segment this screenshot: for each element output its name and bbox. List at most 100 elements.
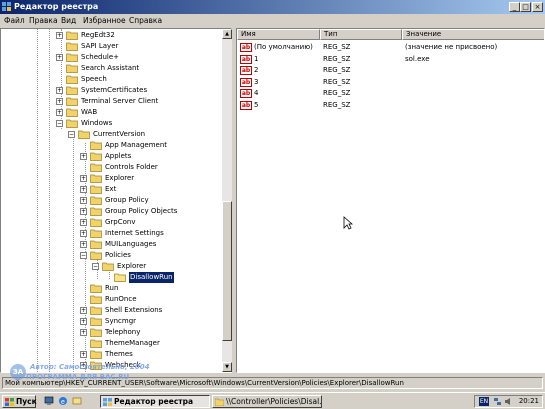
tree-node[interactable]: + Telephony bbox=[1, 327, 223, 338]
scroll-down-button[interactable]: ▼ bbox=[222, 362, 232, 372]
internet-explorer-icon[interactable]: e bbox=[58, 396, 68, 406]
tree-node[interactable]: DisallowRun bbox=[1, 272, 223, 283]
collapse-icon[interactable]: − bbox=[56, 120, 63, 127]
tree-node[interactable]: ThemeManager bbox=[1, 338, 223, 349]
expand-icon[interactable]: + bbox=[80, 318, 87, 325]
tree-node[interactable]: + Terminal Server Client bbox=[1, 96, 223, 107]
registry-tree[interactable]: + RegEdt32 SAPI Layer + Schedule+ Search Assi… bbox=[0, 28, 232, 373]
value-row[interactable]: ab (По умолчанию) REG_SZ (значение не присв… bbox=[237, 42, 544, 53]
minimize-button[interactable]: _ bbox=[509, 2, 520, 12]
language-indicator[interactable]: EN bbox=[479, 397, 489, 406]
title-bar[interactable]: Редактор реестра _ □ × bbox=[0, 0, 545, 14]
expand-icon[interactable]: + bbox=[56, 32, 63, 39]
menu-edit[interactable]: Правка bbox=[29, 15, 58, 26]
expand-icon[interactable]: + bbox=[56, 54, 63, 61]
menu-help[interactable]: Справка bbox=[129, 15, 162, 26]
maximize-button[interactable]: □ bbox=[520, 2, 531, 12]
tree-node[interactable]: SAPI Layer bbox=[1, 41, 223, 52]
volume-icon[interactable] bbox=[504, 397, 513, 406]
tree-node[interactable]: + RegEdt32 bbox=[1, 30, 223, 41]
folder-icon bbox=[66, 64, 78, 73]
tree-node[interactable]: + MUILanguages bbox=[1, 239, 223, 250]
scroll-thumb[interactable] bbox=[222, 201, 232, 341]
expand-icon[interactable]: + bbox=[80, 307, 87, 314]
tree-node[interactable]: + Applets bbox=[1, 151, 223, 162]
tree-node[interactable]: + Shell Extensions bbox=[1, 305, 223, 316]
expand-icon[interactable]: + bbox=[80, 153, 87, 160]
expand-icon[interactable]: + bbox=[56, 109, 63, 116]
value-row[interactable]: ab 2 REG_SZ bbox=[237, 65, 544, 76]
tree-node[interactable]: Controls Folder bbox=[1, 162, 223, 173]
tree-node[interactable]: − CurrentVersion bbox=[1, 129, 223, 140]
close-button[interactable]: × bbox=[532, 2, 543, 12]
string-value-icon: ab bbox=[240, 54, 252, 64]
tree-scrollbar[interactable]: ▲ ▼ bbox=[222, 29, 232, 372]
tree-node-label: Schedule+ bbox=[81, 53, 120, 61]
expand-icon[interactable]: + bbox=[80, 351, 87, 358]
value-type: REG_SZ bbox=[323, 66, 351, 74]
value-data: (значение не присвоено) bbox=[405, 43, 498, 51]
expand-icon[interactable]: + bbox=[56, 98, 63, 105]
folder-icon bbox=[66, 42, 78, 51]
task-registry-editor[interactable]: Редактор реестра bbox=[100, 395, 210, 408]
menu-view[interactable]: Вид bbox=[61, 15, 76, 26]
start-button[interactable]: Пуск bbox=[2, 395, 37, 408]
tree-node[interactable]: App Management bbox=[1, 140, 223, 151]
tree-node[interactable]: Speech bbox=[1, 74, 223, 85]
tree-node-label: Group Policy bbox=[105, 196, 149, 204]
tree-node[interactable]: + Internet Settings bbox=[1, 228, 223, 239]
value-row[interactable]: ab 1 REG_SZ sol.exe bbox=[237, 54, 544, 65]
outlook-express-icon[interactable] bbox=[72, 396, 82, 406]
string-value-icon: ab bbox=[240, 77, 252, 87]
tree-node-label: Explorer bbox=[105, 174, 135, 182]
network-icon[interactable] bbox=[493, 397, 502, 406]
tree-node[interactable]: Search Assistant bbox=[1, 63, 223, 74]
collapse-icon[interactable]: − bbox=[80, 252, 87, 259]
tree-node[interactable]: + GrpConv bbox=[1, 217, 223, 228]
tree-node[interactable]: + WAB bbox=[1, 107, 223, 118]
expand-icon[interactable]: + bbox=[80, 329, 87, 336]
column-header-name[interactable]: Имя bbox=[237, 29, 320, 40]
values-list[interactable]: Имя Тип Значение ab (По умолчанию) REG_SZ(… bbox=[236, 28, 545, 373]
tree-node[interactable]: + Schedule+ bbox=[1, 52, 223, 63]
value-row[interactable]: ab 3 REG_SZ bbox=[237, 77, 544, 88]
expand-icon[interactable]: + bbox=[56, 87, 63, 94]
tree-node-label: Speech bbox=[81, 75, 107, 83]
menu-file[interactable]: Файл bbox=[4, 15, 25, 26]
tree-node[interactable]: Run bbox=[1, 283, 223, 294]
string-value-icon: ab bbox=[240, 43, 252, 52]
collapse-icon[interactable]: − bbox=[68, 131, 75, 138]
expand-icon[interactable]: + bbox=[80, 230, 87, 237]
scroll-up-button[interactable]: ▲ bbox=[222, 29, 232, 39]
clock[interactable]: 20:21 bbox=[519, 396, 539, 407]
tree-node[interactable]: − Explorer bbox=[1, 261, 223, 272]
tree-node[interactable]: − Windows bbox=[1, 118, 223, 129]
collapse-icon[interactable]: − bbox=[92, 263, 99, 270]
expand-icon[interactable]: + bbox=[80, 197, 87, 204]
menu-favorites[interactable]: Избранное bbox=[83, 15, 126, 26]
value-row[interactable]: ab 5 REG_SZ bbox=[237, 100, 544, 111]
tree-node[interactable]: RunOnce bbox=[1, 294, 223, 305]
folder-icon bbox=[90, 141, 102, 150]
task-policies-folder[interactable]: \\Controller\Policies\Disal... bbox=[212, 395, 322, 408]
expand-icon[interactable]: + bbox=[80, 208, 87, 215]
tree-node[interactable]: + Ext bbox=[1, 184, 223, 195]
tree-node[interactable]: + Group Policy Objects bbox=[1, 206, 223, 217]
column-header-value[interactable]: Значение bbox=[402, 29, 544, 40]
column-header-type[interactable]: Тип bbox=[320, 29, 402, 40]
tree-node[interactable]: + Group Policy bbox=[1, 195, 223, 206]
value-row[interactable]: ab 4 REG_SZ bbox=[237, 88, 544, 99]
desktop-icon[interactable] bbox=[44, 396, 54, 406]
tree-node[interactable]: + Themes bbox=[1, 349, 223, 360]
expand-icon[interactable]: + bbox=[80, 219, 87, 226]
folder-icon bbox=[66, 31, 78, 40]
folder-icon bbox=[90, 295, 102, 304]
tree-node[interactable]: + Syncmgr bbox=[1, 316, 223, 327]
expand-icon[interactable]: + bbox=[80, 186, 87, 193]
tree-node[interactable]: − Policies bbox=[1, 250, 223, 261]
expand-icon[interactable]: + bbox=[80, 241, 87, 248]
expand-icon[interactable]: + bbox=[80, 175, 87, 182]
tree-node-label: Group Policy Objects bbox=[105, 207, 178, 215]
tree-node[interactable]: + SystemCertificates bbox=[1, 85, 223, 96]
tree-node[interactable]: + Explorer bbox=[1, 173, 223, 184]
